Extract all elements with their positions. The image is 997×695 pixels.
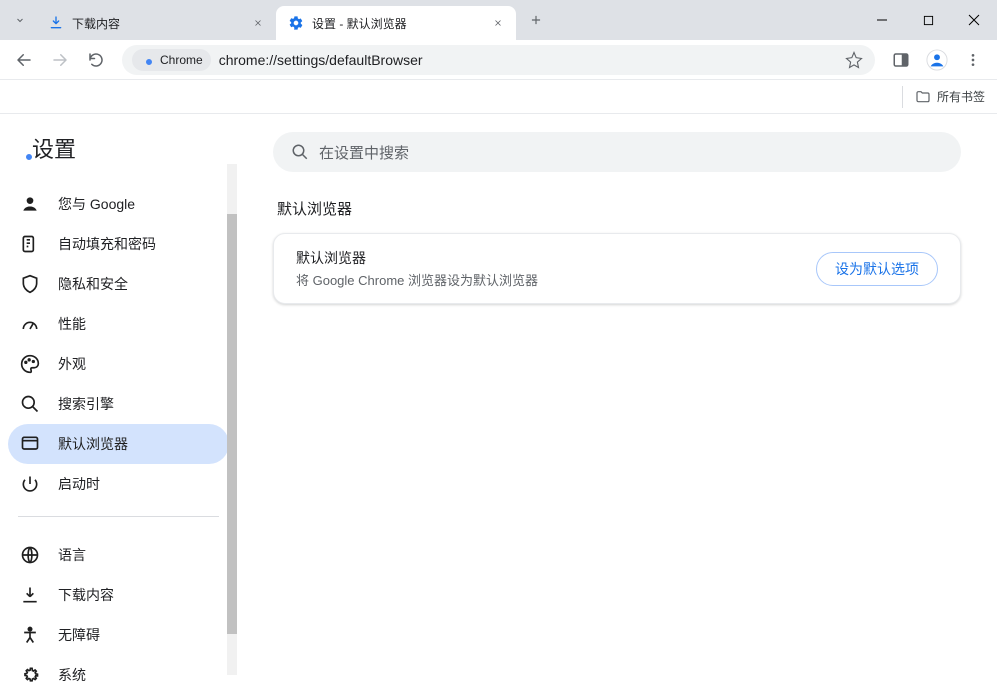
close-icon <box>968 14 980 26</box>
all-bookmarks-label: 所有书签 <box>937 88 985 105</box>
profile-button[interactable] <box>921 44 953 76</box>
chevron-down-icon <box>14 14 26 26</box>
set-default-button[interactable]: 设为默认选项 <box>816 252 938 286</box>
search-icon <box>291 143 309 161</box>
sidebar-item-languages[interactable]: 语言 <box>8 535 229 575</box>
person-icon <box>20 194 40 214</box>
sidebar-item-label: 外观 <box>58 354 86 374</box>
maximize-button[interactable] <box>905 0 951 40</box>
side-panel-button[interactable] <box>885 44 917 76</box>
sidebar-item-label: 隐私和安全 <box>58 274 128 294</box>
reload-icon <box>87 51 105 69</box>
sidebar-item-search-engine[interactable]: 搜索引擎 <box>8 384 229 424</box>
minimize-button[interactable] <box>859 0 905 40</box>
close-window-button[interactable] <box>951 0 997 40</box>
sidebar-item-system[interactable]: 系统 <box>8 655 229 695</box>
sidebar-item-appearance[interactable]: 外观 <box>8 344 229 384</box>
sidebar-header: 设置 <box>0 132 237 178</box>
sidebar-item-default-browser[interactable]: 默认浏览器 <box>8 424 229 464</box>
sidebar-item-you-and-google[interactable]: 您与 Google <box>8 184 229 224</box>
menu-button[interactable] <box>957 44 989 76</box>
sidebar-item-label: 无障碍 <box>58 625 100 645</box>
omnibox-url: chrome://settings/defaultBrowser <box>219 52 837 68</box>
default-browser-card: 默认浏览器 将 Google Chrome 浏览器设为默认浏览器 设为默认选项 <box>273 233 961 304</box>
close-icon[interactable] <box>490 15 506 31</box>
kebab-icon <box>965 52 981 68</box>
sidebar-item-autofill[interactable]: 自动填充和密码 <box>8 224 229 264</box>
maximize-icon <box>923 15 934 26</box>
scrollbar-thumb[interactable] <box>227 214 237 634</box>
sidebar-item-label: 自动填充和密码 <box>58 234 156 254</box>
close-icon[interactable] <box>250 15 266 31</box>
download-icon <box>48 15 64 31</box>
card-text: 默认浏览器 将 Google Chrome 浏览器设为默认浏览器 <box>296 248 538 289</box>
sidebar-item-label: 启动时 <box>58 474 100 494</box>
site-chip[interactable]: Chrome <box>132 49 211 71</box>
tab-downloads[interactable]: 下载内容 <box>36 6 276 40</box>
sidebar-item-label: 下载内容 <box>58 585 114 605</box>
sidebar-item-accessibility[interactable]: 无障碍 <box>8 615 229 655</box>
search-settings-input[interactable]: 在设置中搜索 <box>273 132 961 172</box>
sidebar-item-downloads[interactable]: 下载内容 <box>8 575 229 615</box>
profile-icon <box>926 49 948 71</box>
arrow-left-icon <box>15 51 33 69</box>
tab-title: 设置 - 默认浏览器 <box>312 15 482 32</box>
settings-sidebar: 设置 您与 Google 自动填充和密码 隐私和安全 性能 外观 <box>0 114 237 675</box>
sidebar-item-label: 您与 Google <box>58 194 135 214</box>
tab-settings[interactable]: 设置 - 默认浏览器 <box>276 6 516 40</box>
forward-button[interactable] <box>44 44 76 76</box>
star-icon <box>845 51 863 69</box>
default-browser-icon <box>20 434 40 454</box>
sidebar-item-performance[interactable]: 性能 <box>8 304 229 344</box>
search-placeholder: 在设置中搜索 <box>319 142 409 163</box>
sidebar-scrollbar[interactable] <box>227 164 237 675</box>
sidebar-item-label: 搜索引擎 <box>58 394 114 414</box>
sidebar-item-label: 默认浏览器 <box>58 434 128 454</box>
plus-icon <box>529 13 543 27</box>
chrome-logo-icon <box>140 53 154 67</box>
folder-icon <box>915 89 931 105</box>
chip-label: Chrome <box>160 53 203 67</box>
all-bookmarks-button[interactable]: 所有书签 <box>902 86 985 108</box>
sidebar-divider <box>18 516 219 517</box>
new-tab-button[interactable] <box>522 6 550 34</box>
back-button[interactable] <box>8 44 40 76</box>
section-title: 默认浏览器 <box>277 198 961 219</box>
sidebar-item-label: 性能 <box>58 314 86 334</box>
tab-title: 下载内容 <box>72 15 242 32</box>
nav-list-primary: 您与 Google 自动填充和密码 隐私和安全 性能 外观 搜索引擎 <box>0 178 237 504</box>
system-icon <box>20 665 40 685</box>
bookmark-star-button[interactable] <box>845 51 863 69</box>
autofill-icon <box>20 234 40 254</box>
startup-icon <box>20 474 40 494</box>
nav-list-secondary: 语言 下载内容 无障碍 系统 <box>0 529 237 695</box>
sidebar-item-privacy[interactable]: 隐私和安全 <box>8 264 229 304</box>
card-title: 默认浏览器 <box>296 248 538 268</box>
panel-icon <box>892 51 910 69</box>
arrow-right-icon <box>51 51 69 69</box>
omnibox[interactable]: Chrome chrome://settings/defaultBrowser <box>122 45 875 75</box>
search-engine-icon <box>20 394 40 414</box>
appearance-icon <box>20 354 40 374</box>
tab-search-dropdown[interactable] <box>4 4 36 36</box>
tab-strip: 下载内容 设置 - 默认浏览器 <box>0 0 997 40</box>
sidebar-title: 设置 <box>32 132 76 164</box>
minimize-icon <box>876 14 888 26</box>
settings-main: 在设置中搜索 默认浏览器 默认浏览器 将 Google Chrome 浏览器设为… <box>237 114 997 675</box>
browser-toolbar: Chrome chrome://settings/defaultBrowser <box>0 40 997 80</box>
sidebar-item-label: 系统 <box>58 665 86 685</box>
bookmarks-bar: 所有书签 <box>0 80 997 114</box>
accessibility-icon <box>20 625 40 645</box>
sidebar-item-label: 语言 <box>58 545 86 565</box>
privacy-icon <box>20 274 40 294</box>
reload-button[interactable] <box>80 44 112 76</box>
performance-icon <box>20 314 40 334</box>
download-icon <box>20 585 40 605</box>
settings-content: 设置 您与 Google 自动填充和密码 隐私和安全 性能 外观 <box>0 114 997 675</box>
gear-icon <box>288 15 304 31</box>
card-subtitle: 将 Google Chrome 浏览器设为默认浏览器 <box>296 270 538 289</box>
globe-icon <box>20 545 40 565</box>
sidebar-item-on-startup[interactable]: 启动时 <box>8 464 229 504</box>
window-controls <box>859 0 997 40</box>
